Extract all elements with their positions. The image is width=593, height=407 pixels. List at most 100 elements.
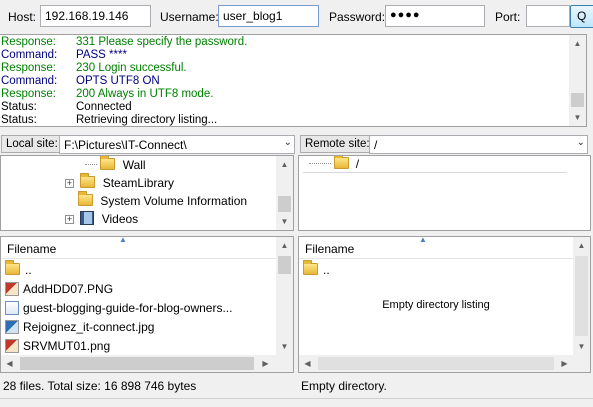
scroll-left-icon[interactable]: ◀ — [1, 355, 18, 372]
list-item[interactable]: guest-blogging-guide-for-blog-owners... — [5, 299, 232, 318]
log-message: 200 Always in UTF8 mode. — [76, 88, 214, 100]
sort-ascending-icon: ▲ — [119, 236, 127, 244]
list-item[interactable]: .. — [5, 260, 32, 280]
port-label: Port: — [495, 10, 521, 24]
file-name: Rejoignez_it-connect.jpg — [23, 320, 155, 334]
tree-item[interactable]: Wall — [85, 156, 146, 173]
scroll-right-icon[interactable]: ▶ — [257, 355, 274, 372]
local-list-scrollbar[interactable]: ▲ ▼ — [276, 237, 293, 355]
log-type: Response: — [1, 36, 56, 48]
message-log: Response: 331 Please specify the passwor… — [0, 34, 587, 127]
local-path-value: F:\Pictures\IT-Connect\ — [64, 138, 187, 152]
list-item[interactable]: .. — [303, 260, 330, 280]
video-icon — [80, 211, 95, 225]
username-input[interactable]: user_blog1 — [218, 5, 319, 27]
log-type: Status: — [1, 114, 37, 126]
column-header-label: Filename — [7, 242, 57, 256]
scroll-thumb[interactable] — [575, 256, 588, 336]
scroll-down-icon[interactable]: ▼ — [573, 338, 590, 355]
tree-item-label: SteamLibrary — [102, 176, 175, 190]
tree-item-label: Wall — [122, 158, 146, 172]
expand-plus-icon[interactable]: + — [65, 179, 74, 188]
remote-site-label: Remote site: — [300, 135, 375, 153]
empty-listing-message: Empty directory listing — [382, 299, 490, 311]
column-header-label: Filename — [305, 242, 355, 256]
column-header-filename[interactable]: ▲ Filename — [1, 237, 276, 259]
sort-ascending-icon: ▲ — [419, 236, 427, 244]
quickconnect-button[interactable]: Q — [570, 5, 593, 28]
scroll-up-icon[interactable]: ▲ — [276, 156, 293, 173]
scroll-thumb[interactable] — [318, 357, 554, 370]
column-header-filename[interactable]: ▲ Filename — [299, 237, 573, 259]
port-input[interactable] — [526, 5, 570, 27]
divider — [303, 172, 567, 173]
scroll-right-icon[interactable]: ▶ — [556, 355, 573, 372]
remote-list-hscrollbar[interactable]: ◀ ▶ — [299, 355, 590, 372]
log-type: Command: — [1, 75, 58, 87]
list-item[interactable]: AddHDD07.PNG — [5, 280, 113, 299]
log-message: OPTS UTF8 ON — [76, 75, 160, 87]
tree-connector — [309, 163, 331, 164]
scroll-up-icon[interactable]: ▲ — [276, 237, 293, 254]
scroll-up-icon[interactable]: ▲ — [573, 237, 590, 254]
folder-icon — [5, 260, 20, 275]
scroll-left-icon[interactable]: ◀ — [299, 355, 316, 372]
host-label: Host: — [8, 10, 37, 24]
scroll-down-icon[interactable]: ▼ — [276, 338, 293, 355]
log-message: Retrieving directory listing... — [76, 114, 218, 126]
log-message: Connected — [76, 101, 132, 113]
tree-item[interactable]: / — [309, 156, 359, 172]
log-message: 331 Please specify the password. — [76, 36, 248, 48]
local-directory-tree: Wall + SteamLibrary System Volume Inform… — [0, 155, 294, 231]
log-message: PASS **** — [76, 49, 127, 61]
html-file-icon — [5, 301, 19, 315]
scroll-down-icon[interactable]: ▼ — [569, 109, 586, 126]
remote-list-scrollbar[interactable]: ▲ ▼ — [573, 237, 590, 355]
host-input[interactable]: 192.168.19.146 — [40, 5, 151, 27]
scroll-up-icon[interactable]: ▲ — [569, 35, 586, 52]
bottom-edge — [0, 398, 593, 407]
scroll-thumb[interactable] — [20, 357, 254, 370]
folder-icon — [100, 156, 116, 170]
chevron-down-icon[interactable]: ⌄ — [577, 137, 585, 148]
log-type: Response: — [1, 62, 56, 74]
log-message: 230 Login successful. — [76, 62, 187, 74]
tree-item[interactable]: + SteamLibrary — [65, 173, 175, 191]
png-file-icon — [5, 282, 19, 296]
remote-status-bar: Empty directory. — [301, 379, 387, 393]
scroll-thumb[interactable] — [278, 256, 291, 274]
remote-path-combo[interactable]: / ⌄ — [369, 135, 588, 154]
folder-icon — [334, 156, 350, 169]
expand-plus-icon[interactable]: + — [65, 215, 74, 224]
scroll-down-icon[interactable]: ▼ — [276, 213, 293, 230]
local-list-hscrollbar[interactable]: ◀ ▶ — [1, 355, 293, 372]
scroll-thumb[interactable] — [571, 93, 584, 107]
log-scrollbar[interactable]: ▲ ▼ — [569, 35, 586, 126]
local-site-label: Local site: — [1, 135, 63, 153]
folder-icon — [303, 260, 318, 275]
file-name: .. — [323, 263, 330, 277]
scroll-thumb[interactable] — [278, 196, 291, 212]
tree-item[interactable]: System Volume Information — [78, 191, 247, 209]
chevron-down-icon[interactable]: ⌄ — [284, 137, 292, 148]
tree-item-label: / — [355, 157, 360, 171]
local-status-bar: 28 files. Total size: 16 898 746 bytes — [3, 379, 197, 393]
quickconnect-bar: Host: 192.168.19.146 Username: user_blog… — [0, 0, 593, 34]
list-item[interactable]: Rejoignez_it-connect.jpg — [5, 318, 154, 337]
remote-path-value: / — [374, 138, 378, 152]
local-path-combo[interactable]: F:\Pictures\IT-Connect\ ⌄ — [59, 135, 295, 154]
file-name: SRVMUT01.png — [23, 339, 111, 353]
log-type: Response: — [1, 88, 56, 100]
remote-directory-tree: / — [298, 155, 591, 231]
jpg-file-icon — [5, 320, 19, 334]
password-label: Password: — [329, 10, 386, 24]
log-type: Status: — [1, 101, 37, 113]
file-name: AddHDD07.PNG — [23, 282, 114, 296]
tree-item[interactable]: + Videos — [65, 211, 138, 227]
local-tree-scrollbar[interactable]: ▲ ▼ — [276, 156, 293, 230]
local-file-list: ▲ Filename .. AddHDD07.PNG guest-bloggin… — [0, 236, 294, 373]
username-label: Username: — [160, 10, 219, 24]
password-input[interactable]: ●●●● — [385, 5, 485, 27]
list-item[interactable]: SRVMUT01.png — [5, 337, 110, 356]
folder-icon — [78, 191, 93, 206]
